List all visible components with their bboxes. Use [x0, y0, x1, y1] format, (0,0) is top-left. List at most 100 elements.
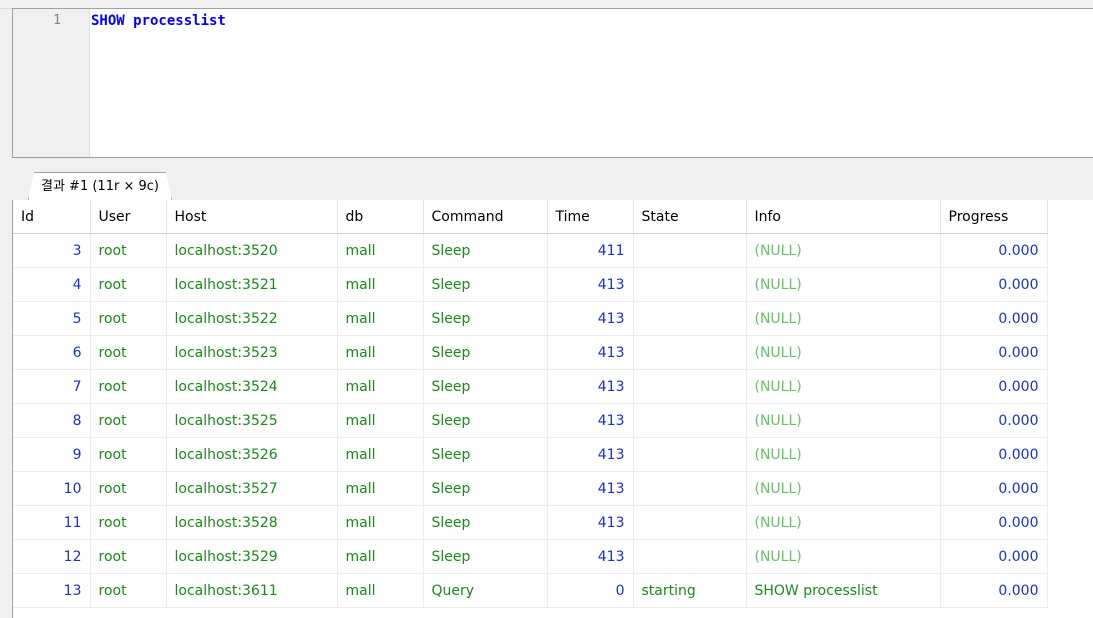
cell-state[interactable]: starting: [633, 573, 747, 608]
column-header-user[interactable]: User: [90, 200, 167, 234]
table-row[interactable]: 3 root localhost:3520 mall Sleep 411 (NULL) 0.0…: [13, 233, 1048, 268]
cell-user[interactable]: root: [90, 505, 167, 540]
cell-user[interactable]: root: [90, 437, 167, 472]
table-row[interactable]: 4 root localhost:3521 mall Sleep 413 (NULL) 0.0…: [13, 267, 1048, 302]
table-row[interactable]: 13 root localhost:3611 mall Query 0 starting SH…: [13, 573, 1048, 608]
cell-id[interactable]: 3: [13, 233, 91, 268]
cell-id[interactable]: 9: [13, 437, 91, 472]
tab-result-1[interactable]: 결과 #1 (11r × 9c): [28, 172, 172, 200]
cell-host[interactable]: localhost:3528: [166, 505, 338, 540]
cell-db[interactable]: mall: [337, 471, 424, 506]
cell-progress[interactable]: 0.000: [940, 335, 1048, 370]
cell-time[interactable]: 411: [547, 233, 634, 268]
table-row[interactable]: 11 root localhost:3528 mall Sleep 413 (NULL) 0.…: [13, 505, 1048, 540]
cell-progress[interactable]: 0.000: [940, 403, 1048, 438]
cell-info[interactable]: (NULL): [746, 437, 941, 472]
cell-progress[interactable]: 0.000: [940, 573, 1048, 608]
table-row[interactable]: 9 root localhost:3526 mall Sleep 413 (NULL) 0.0…: [13, 437, 1048, 472]
cell-db[interactable]: mall: [337, 505, 424, 540]
column-header-host[interactable]: Host: [166, 200, 338, 234]
cell-info[interactable]: (NULL): [746, 403, 941, 438]
cell-state[interactable]: [633, 267, 747, 302]
cell-info[interactable]: (NULL): [746, 539, 941, 574]
cell-user[interactable]: root: [90, 233, 167, 268]
cell-id[interactable]: 5: [13, 301, 91, 336]
cell-id[interactable]: 4: [13, 267, 91, 302]
cell-progress[interactable]: 0.000: [940, 437, 1048, 472]
cell-host[interactable]: localhost:3527: [166, 471, 338, 506]
cell-user[interactable]: root: [90, 471, 167, 506]
column-header-progress[interactable]: Progress: [940, 200, 1048, 234]
cell-user[interactable]: root: [90, 335, 167, 370]
cell-host[interactable]: localhost:3526: [166, 437, 338, 472]
cell-host[interactable]: localhost:3520: [166, 233, 338, 268]
column-header-info[interactable]: Info: [746, 200, 941, 234]
cell-db[interactable]: mall: [337, 301, 424, 336]
cell-user[interactable]: root: [90, 403, 167, 438]
cell-db[interactable]: mall: [337, 539, 424, 574]
cell-progress[interactable]: 0.000: [940, 539, 1048, 574]
cell-host[interactable]: localhost:3521: [166, 267, 338, 302]
column-header-db[interactable]: db: [337, 200, 424, 234]
cell-progress[interactable]: 0.000: [940, 233, 1048, 268]
column-header-time[interactable]: Time: [547, 200, 634, 234]
query-text[interactable]: SHOW processlist: [91, 13, 226, 29]
cell-db[interactable]: mall: [337, 403, 424, 438]
cell-id[interactable]: 11: [13, 505, 91, 540]
cell-progress[interactable]: 0.000: [940, 369, 1048, 404]
table-row[interactable]: 7 root localhost:3524 mall Sleep 413 (NULL) 0.0…: [13, 369, 1048, 404]
cell-info[interactable]: (NULL): [746, 335, 941, 370]
query-editor[interactable]: 1 SHOW processlist: [12, 8, 1093, 158]
cell-db[interactable]: mall: [337, 335, 424, 370]
cell-time[interactable]: 413: [547, 301, 634, 336]
cell-state[interactable]: [633, 471, 747, 506]
cell-db[interactable]: mall: [337, 267, 424, 302]
column-header-state[interactable]: State: [633, 200, 747, 234]
cell-command[interactable]: Query: [423, 573, 548, 608]
cell-command[interactable]: Sleep: [423, 335, 548, 370]
cell-id[interactable]: 13: [13, 573, 91, 608]
cell-user[interactable]: root: [90, 369, 167, 404]
cell-user[interactable]: root: [90, 539, 167, 574]
results-grid[interactable]: Id User Host db Command Time State Info …: [12, 200, 1093, 618]
cell-progress[interactable]: 0.000: [940, 267, 1048, 302]
cell-command[interactable]: Sleep: [423, 471, 548, 506]
cell-time[interactable]: 413: [547, 437, 634, 472]
cell-db[interactable]: mall: [337, 369, 424, 404]
cell-time[interactable]: 413: [547, 369, 634, 404]
cell-state[interactable]: [633, 539, 747, 574]
cell-info[interactable]: (NULL): [746, 233, 941, 268]
cell-time[interactable]: 413: [547, 539, 634, 574]
cell-id[interactable]: 8: [13, 403, 91, 438]
cell-host[interactable]: localhost:3611: [166, 573, 338, 608]
table-row[interactable]: 12 root localhost:3529 mall Sleep 413 (NULL) 0.…: [13, 539, 1048, 574]
cell-info[interactable]: (NULL): [746, 505, 941, 540]
cell-db[interactable]: mall: [337, 573, 424, 608]
cell-db[interactable]: mall: [337, 233, 424, 268]
column-header-command[interactable]: Command: [423, 200, 548, 234]
table-row[interactable]: 5 root localhost:3522 mall Sleep 413 (NULL) 0.0…: [13, 301, 1048, 336]
cell-info[interactable]: (NULL): [746, 301, 941, 336]
cell-host[interactable]: localhost:3524: [166, 369, 338, 404]
table-row[interactable]: 8 root localhost:3525 mall Sleep 413 (NULL) 0.0…: [13, 403, 1048, 438]
table-row[interactable]: 6 root localhost:3523 mall Sleep 413 (NULL) 0.0…: [13, 335, 1048, 370]
cell-info[interactable]: (NULL): [746, 471, 941, 506]
cell-info[interactable]: SHOW processlist: [746, 573, 941, 608]
cell-id[interactable]: 10: [13, 471, 91, 506]
cell-command[interactable]: Sleep: [423, 505, 548, 540]
cell-time[interactable]: 413: [547, 471, 634, 506]
cell-user[interactable]: root: [90, 301, 167, 336]
cell-state[interactable]: [633, 301, 747, 336]
cell-state[interactable]: [633, 369, 747, 404]
cell-time[interactable]: 413: [547, 403, 634, 438]
cell-progress[interactable]: 0.000: [940, 301, 1048, 336]
table-row[interactable]: 10 root localhost:3527 mall Sleep 413 (NULL) 0.…: [13, 471, 1048, 506]
cell-id[interactable]: 6: [13, 335, 91, 370]
cell-command[interactable]: Sleep: [423, 437, 548, 472]
cell-command[interactable]: Sleep: [423, 267, 548, 302]
cell-host[interactable]: localhost:3529: [166, 539, 338, 574]
cell-host[interactable]: localhost:3523: [166, 335, 338, 370]
cell-state[interactable]: [633, 403, 747, 438]
cell-user[interactable]: root: [90, 573, 167, 608]
cell-time[interactable]: 413: [547, 267, 634, 302]
